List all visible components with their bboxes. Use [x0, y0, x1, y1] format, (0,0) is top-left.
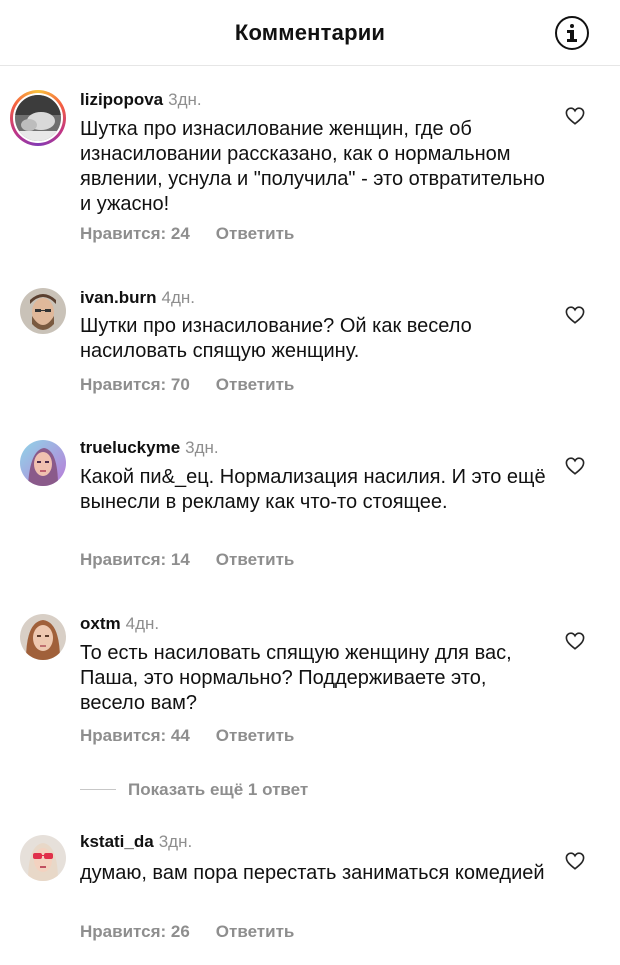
comment-text: Какой пи&_ец. Нормализация насилия. И эт…: [80, 466, 546, 513]
comment-time: 4дн.: [125, 614, 160, 633]
likes-count[interactable]: Нравится: 44: [80, 726, 190, 745]
avatar[interactable]: [20, 835, 66, 881]
likes-count[interactable]: Нравится: 24: [80, 224, 190, 243]
story-ring[interactable]: [10, 90, 66, 146]
heart-icon[interactable]: [565, 852, 585, 870]
comment-username[interactable]: lizipopova: [80, 90, 163, 109]
comment-text: Шутки про изнасилование? Ой как весело н…: [80, 315, 472, 362]
reply-button[interactable]: Ответить: [216, 550, 295, 569]
page-title: Комментарии: [234, 20, 386, 45]
divider-line: [80, 789, 116, 790]
comment-username[interactable]: trueluckyme: [80, 438, 180, 457]
heart-icon[interactable]: [565, 107, 585, 125]
show-more-replies-label[interactable]: Показать ещё 1 ответ: [128, 780, 308, 800]
avatar[interactable]: [20, 440, 66, 486]
comment-time: 3дн.: [168, 90, 202, 109]
likes-count[interactable]: Нравится: 26: [80, 922, 190, 941]
comment-username[interactable]: oxtm: [80, 614, 121, 633]
avatar[interactable]: [20, 614, 66, 660]
likes-count[interactable]: Нравится: 14: [80, 550, 190, 569]
reply-button[interactable]: Ответить: [216, 375, 295, 394]
avatar[interactable]: [20, 288, 66, 334]
comment-username[interactable]: ivan.burn: [80, 288, 157, 307]
comment-username[interactable]: kstati_da: [80, 832, 154, 851]
likes-count[interactable]: Нравится: 70: [80, 375, 190, 394]
heart-icon[interactable]: [565, 306, 585, 324]
comment-time: 3дн.: [158, 832, 193, 851]
reply-button[interactable]: Ответить: [216, 726, 295, 745]
comment-time: 3дн.: [185, 438, 219, 457]
heart-icon[interactable]: [565, 457, 585, 475]
comment-text: думаю, вам пора перестать заниматься ком…: [80, 862, 545, 884]
info-icon[interactable]: [555, 16, 589, 50]
reply-button[interactable]: Ответить: [216, 224, 295, 243]
comment-text: Шутка про изнасилование женщин, где об и…: [80, 118, 545, 215]
reply-button[interactable]: Ответить: [216, 922, 295, 941]
avatar[interactable]: [15, 95, 61, 141]
comment-text: То есть насиловать спящую женщину для ва…: [80, 642, 512, 714]
header: Комментарии: [0, 0, 620, 66]
heart-icon[interactable]: [565, 632, 585, 650]
comment-time: 4дн.: [161, 288, 196, 307]
